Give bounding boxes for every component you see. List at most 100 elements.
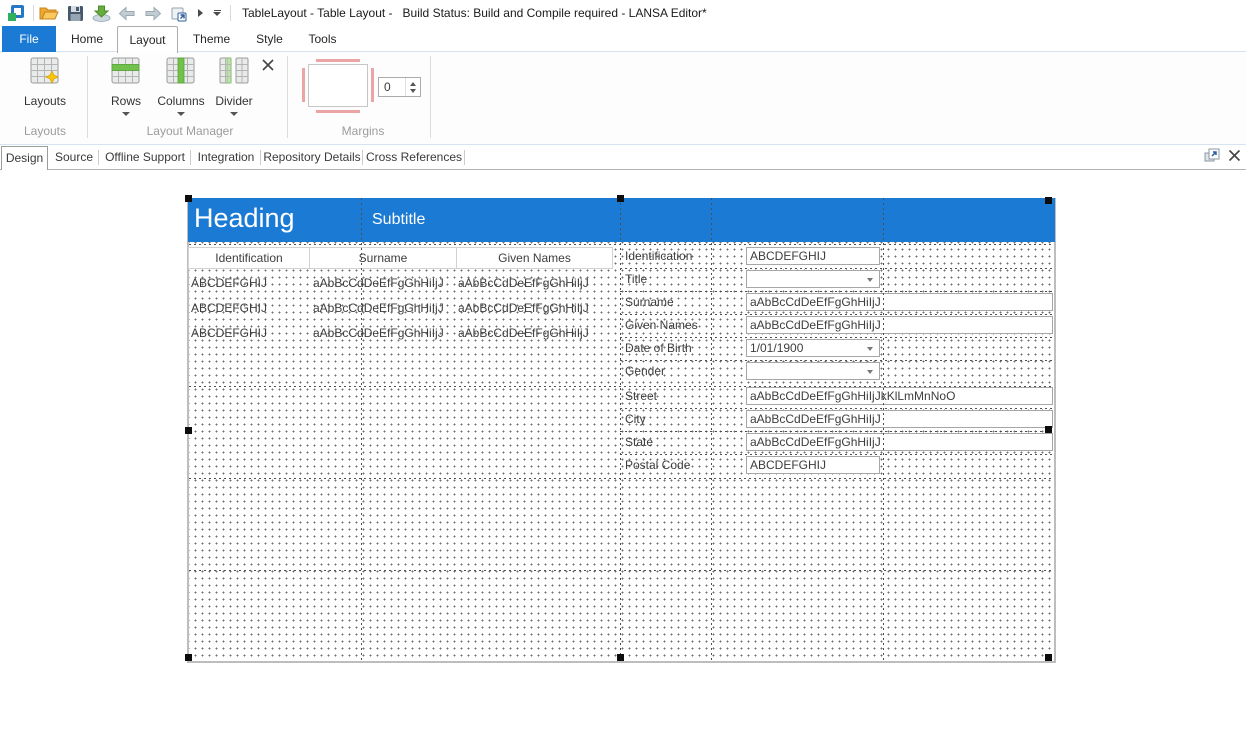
list-cell[interactable]: ABCDEFGHIJ (191, 301, 267, 315)
list-cell[interactable]: aAbBcCdDeEfFgGhHiIjJ (458, 276, 589, 290)
margins-spinner[interactable]: 0 (378, 77, 421, 97)
divider-button[interactable]: Divider (210, 56, 258, 116)
list-cell[interactable]: ABCDEFGHIJ (191, 326, 267, 340)
table-layout-widget[interactable]: Heading Subtitle Identification Surname … (188, 198, 1055, 663)
banner-panel[interactable]: Heading Subtitle (188, 198, 1055, 242)
form-row-divider-line (620, 408, 1055, 409)
close-view-icon[interactable] (1227, 148, 1242, 163)
list-cell[interactable]: aAbBcCdDeEfFgGhHiIjJ (458, 301, 589, 315)
banner-heading[interactable]: Heading (194, 203, 295, 234)
doc-tab-separator (190, 150, 191, 165)
list-cell[interactable]: aAbBcCdDeEfFgGhHiIjJ (313, 301, 444, 315)
form-row-divider-line (620, 268, 1055, 269)
form-textbox-postal-code[interactable]: ABCDEFGHIJ (746, 456, 880, 474)
row-divider-line (189, 244, 1054, 245)
margin-bottom-mark (316, 110, 360, 113)
form-textbox-identification[interactable]: ABCDEFGHIJ (746, 247, 880, 265)
group-label-layouts: Layouts (10, 124, 80, 138)
form-textbox-surname[interactable]: aAbBcCdDeEfFgGhHiIjJ (746, 293, 1053, 311)
open-folder-icon[interactable] (37, 2, 61, 24)
doc-tab-separator (464, 150, 465, 165)
margins-value[interactable]: 0 (379, 78, 405, 96)
form-textbox-city[interactable]: aAbBcCdDeEfFgGhHiIjJ (746, 410, 1053, 428)
doc-tab-offline-support[interactable]: Offline Support (101, 146, 189, 169)
list-cell[interactable]: ABCDEFGHIJ (191, 276, 267, 290)
field-value: aAbBcCdDeEfFgGhHiIjJ (750, 295, 881, 309)
doc-tab-integration[interactable]: Integration (193, 146, 259, 169)
float-window-icon[interactable] (1203, 147, 1221, 165)
quick-access-toolbar: TableLayout - Table Layout - Build Statu… (0, 0, 1246, 26)
selection-handle-bottom-left[interactable] (185, 654, 192, 661)
doc-tab-cross-references[interactable]: Cross References (365, 146, 463, 169)
doc-tab-design[interactable]: Design (1, 146, 48, 170)
layouts-button[interactable]: Layouts (16, 56, 74, 108)
field-value: ABCDEFGHIJ (750, 458, 826, 472)
selection-handle-top-right[interactable] (1045, 197, 1052, 204)
tab-style[interactable]: Style (245, 26, 294, 52)
tab-tools[interactable]: Tools (299, 26, 346, 52)
list-column-header[interactable]: Identification (188, 247, 310, 269)
form-label-street: Street (625, 387, 737, 405)
row-divider-line (189, 386, 1054, 387)
save-icon[interactable] (63, 2, 87, 24)
open-in-new-window-icon[interactable] (167, 2, 191, 24)
rows-button[interactable]: Rows (104, 56, 148, 116)
divider-button-label: Divider (215, 94, 252, 108)
group-separator (430, 56, 431, 138)
expand-arrow-icon[interactable] (193, 2, 207, 24)
form-row-divider-line (620, 291, 1055, 292)
list-cell[interactable]: aAbBcCdDeEfFgGhHiIjJ (458, 326, 589, 340)
tab-layout[interactable]: Layout (117, 26, 178, 53)
ribbon-close-icon[interactable] (260, 57, 276, 73)
columns-dropdown-arrow-icon[interactable] (177, 112, 185, 116)
forward-arrow-icon[interactable] (141, 2, 165, 24)
rows-grid-icon (111, 56, 141, 91)
group-label-margins: Margins (318, 124, 408, 138)
ribbon-tab-strip: File Home Layout Theme Style Tools (0, 26, 1246, 52)
list-cell[interactable]: aAbBcCdDeEfFgGhHiIjJ (313, 326, 444, 340)
form-textbox-given-names[interactable]: aAbBcCdDeEfFgGhHiIjJ (746, 316, 1053, 334)
rows-dropdown-arrow-icon[interactable] (122, 112, 130, 116)
list-column-header[interactable]: Given Names (456, 247, 613, 269)
doc-tab-source[interactable]: Source (52, 146, 96, 169)
form-dropdown-title[interactable] (746, 270, 880, 288)
spin-down-icon[interactable] (410, 89, 416, 93)
list-cell[interactable]: aAbBcCdDeEfFgGhHiIjJ (313, 276, 444, 290)
tab-theme[interactable]: Theme (183, 26, 240, 52)
form-label-identification: Identification (625, 247, 737, 265)
form-dropdown-gender[interactable] (746, 362, 880, 380)
form-textbox-state[interactable]: aAbBcCdDeEfFgGhHiIjJ (746, 433, 1053, 451)
banner-subtitle[interactable]: Subtitle (372, 211, 425, 229)
form-label-state: State (625, 433, 737, 451)
check-in-icon[interactable] (89, 2, 113, 24)
selection-handle-middle-left[interactable] (185, 427, 192, 434)
list-column-header[interactable]: Surname (309, 247, 457, 269)
form-dropdown-date-of-birth[interactable]: 1/01/1900 (746, 339, 880, 357)
margin-top-mark (316, 59, 360, 62)
group-label-layout-manager: Layout Manager (110, 124, 270, 138)
doc-tab-separator (260, 150, 261, 165)
back-arrow-icon[interactable] (115, 2, 139, 24)
divider-grid-icon (219, 56, 249, 91)
toolbar-separator (33, 5, 34, 21)
columns-button[interactable]: Columns (152, 56, 210, 116)
tab-file[interactable]: File (2, 26, 56, 52)
selection-handle-bottom-right[interactable] (1045, 654, 1052, 661)
form-row-divider-line (620, 454, 1055, 455)
form-label-postal-code: Postal Code (625, 456, 737, 474)
selection-handle-middle-right[interactable] (1045, 426, 1052, 433)
doc-tab-repository-details[interactable]: Repository Details (263, 146, 361, 169)
form-label-surname: Surname (625, 293, 737, 311)
divider-dropdown-arrow-icon[interactable] (230, 112, 238, 116)
spinner-arrows[interactable] (405, 78, 420, 96)
group-separator (87, 56, 88, 138)
rows-button-label: Rows (111, 94, 141, 108)
design-canvas[interactable]: Heading Subtitle Identification Surname … (0, 170, 1246, 730)
selection-handle-top-center[interactable] (617, 195, 624, 202)
selection-handle-bottom-center[interactable] (617, 654, 624, 661)
tab-home[interactable]: Home (60, 26, 114, 52)
form-textbox-street[interactable]: aAbBcCdDeEfFgGhHiIjJkKlLmMnNoO (746, 387, 1053, 405)
toolbar-options-icon[interactable] (209, 2, 225, 24)
selection-handle-top-left[interactable] (185, 195, 192, 202)
spin-up-icon[interactable] (410, 82, 416, 86)
